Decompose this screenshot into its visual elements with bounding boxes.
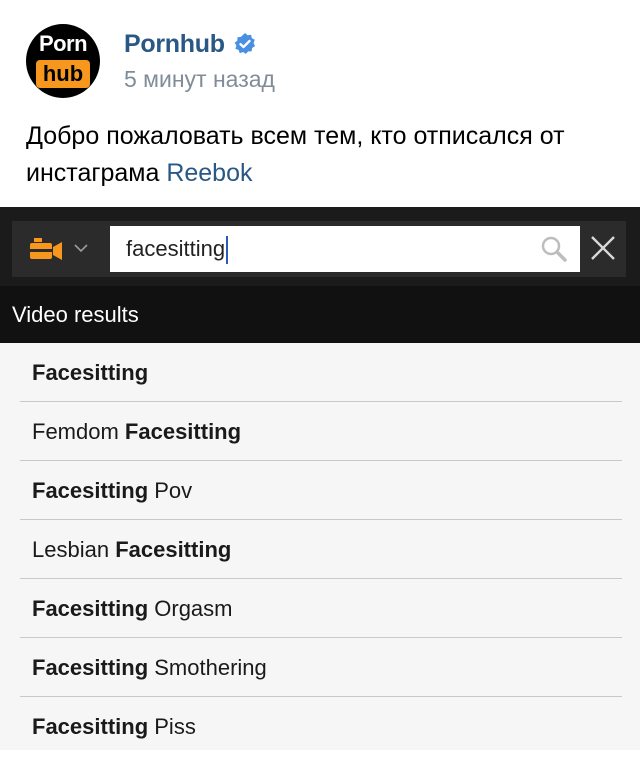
suggestion-match: Facesitting xyxy=(32,596,149,621)
logo-text-top: Porn xyxy=(38,31,88,56)
suggestion-suffix: Piss xyxy=(148,714,196,739)
avatar[interactable]: Porn hub xyxy=(26,24,100,98)
post: Porn hub Pornhub 5 минут назад Добро пож… xyxy=(0,0,640,207)
suggestions-list: Facesitting Femdom Facesitting Facesitti… xyxy=(0,343,640,756)
results-title: Video results xyxy=(12,302,139,327)
suggestion-text: Facesitting Pov xyxy=(32,461,192,519)
search-icon[interactable] xyxy=(540,235,568,263)
text-cursor xyxy=(226,236,229,265)
suggestion-item[interactable]: Facesitting xyxy=(20,343,622,402)
search-bar: facesitting xyxy=(0,207,640,286)
search-mode-dropdown[interactable] xyxy=(26,233,106,265)
embedded-screenshot: facesitting Video results Facesitting Fe… xyxy=(0,207,640,750)
suggestion-item[interactable]: Facesitting Smothering xyxy=(20,638,622,697)
suggestion-item[interactable]: Facesitting Orgasm xyxy=(20,579,622,638)
post-body: Добро пожаловать всем тем, кто отписался… xyxy=(26,122,565,187)
suggestion-match: Facesitting xyxy=(32,655,149,680)
author-name[interactable]: Pornhub xyxy=(124,30,225,59)
suggestion-item[interactable]: Lesbian Facesitting xyxy=(20,520,622,579)
suggestion-match: Facesitting xyxy=(32,360,149,385)
suggestion-match: Facesitting xyxy=(115,537,232,562)
suggestion-text: Femdom Facesitting xyxy=(32,402,241,460)
post-timestamp: 5 минут назад xyxy=(124,66,275,92)
post-link[interactable]: Reebok xyxy=(166,159,252,187)
author-row: Pornhub xyxy=(124,29,257,59)
suggestion-item[interactable]: Facesitting Piss xyxy=(20,697,622,756)
suggestion-prefix: Lesbian xyxy=(32,537,116,562)
suggestion-item[interactable]: Femdom Facesitting xyxy=(20,402,622,461)
suggestion-text: Facesitting Smothering xyxy=(32,638,267,696)
suggestion-item[interactable]: Facesitting Pov xyxy=(20,461,622,520)
results-header: Video results xyxy=(0,286,640,343)
search-query: facesitting xyxy=(126,236,226,261)
verified-icon xyxy=(233,32,257,56)
suggestion-match: Facesitting xyxy=(124,419,242,444)
suggestion-text: Facesitting Piss xyxy=(32,697,196,755)
suggestion-match: Facesitting xyxy=(32,714,149,739)
search-input[interactable]: facesitting xyxy=(110,226,580,272)
post-text: Добро пожаловать всем тем, кто отписался… xyxy=(26,118,616,192)
video-camera-icon xyxy=(30,238,62,260)
suggestion-suffix: Pov xyxy=(148,478,193,503)
suggestion-match: Facesitting xyxy=(32,478,149,503)
suggestion-text: Facesitting Orgasm xyxy=(32,579,233,637)
search-query-text: facesitting xyxy=(126,226,229,272)
suggestion-suffix: Smothering xyxy=(148,655,267,680)
suggestion-suffix: Orgasm xyxy=(148,596,233,621)
logo-text-bottom: hub xyxy=(36,60,90,88)
chevron-down-icon xyxy=(74,244,88,253)
suggestion-text: Facesitting xyxy=(32,343,148,401)
suggestion-text: Lesbian Facesitting xyxy=(32,520,231,578)
suggestion-prefix: Femdom xyxy=(32,419,125,444)
close-icon[interactable] xyxy=(588,233,618,263)
search-bar-inner: facesitting xyxy=(12,221,626,277)
